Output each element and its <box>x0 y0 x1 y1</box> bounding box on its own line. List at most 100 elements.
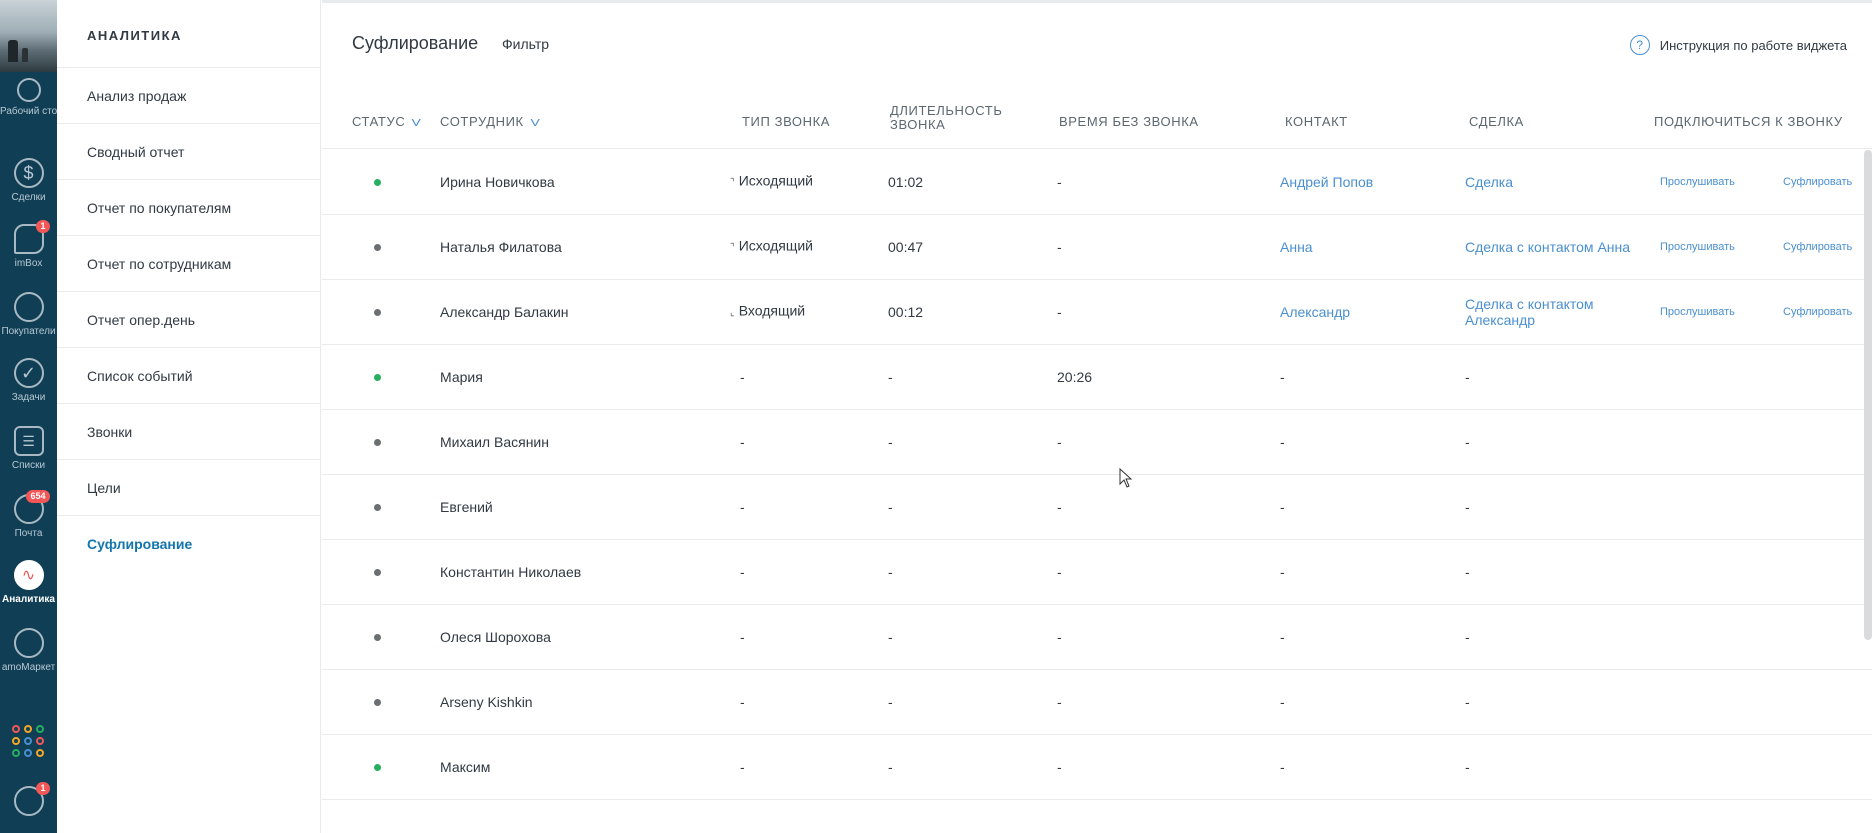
contact-link[interactable]: Александр <box>1280 304 1350 320</box>
rail-item-customers[interactable]: Покупатели <box>0 292 57 338</box>
status-dot <box>374 244 381 251</box>
listen-button[interactable]: Прослушивать <box>1660 304 1735 320</box>
employee-name: Максим <box>440 759 491 775</box>
account-photo[interactable] <box>0 0 57 72</box>
idle-time: - <box>1057 564 1062 580</box>
filter-button[interactable]: Фильтр <box>502 36 549 52</box>
menu-title: АНАЛИТИКА <box>57 0 320 68</box>
menu-item-employees-report[interactable]: Отчет по сотрудникам <box>57 236 320 292</box>
call-duration: 00:12 <box>888 304 924 320</box>
status-dot <box>374 439 381 446</box>
status-dot <box>374 309 381 316</box>
prompt-button[interactable]: Суфлировать <box>1783 304 1852 320</box>
idle-time: - <box>1057 694 1062 710</box>
main-content: Суфлирование Фильтр ? Инструкция по рабо… <box>322 0 1872 833</box>
col-call-type: ТИП ЗВОНКА <box>742 114 831 129</box>
call-type-label: Входящий <box>738 302 806 319</box>
menu-item-goals[interactable]: Цели <box>57 460 320 516</box>
menu-item-sales-analysis[interactable]: Анализ продаж <box>57 68 320 124</box>
rail-item-imbox[interactable]: 1 imBox <box>0 220 57 270</box>
idle-time: - <box>1057 499 1062 515</box>
mail-icon: 654 <box>13 490 50 524</box>
rail-label: Списки <box>11 460 46 471</box>
col-status[interactable]: СТАТУС v <box>352 115 421 131</box>
market-icon <box>13 628 44 658</box>
apps-grid-icon[interactable] <box>12 725 44 757</box>
call-type: ⌝ Исходящий <box>730 173 813 192</box>
scrollbar[interactable] <box>1864 150 1872 640</box>
deal-link[interactable]: Сделка с контактом Анна <box>1465 239 1640 255</box>
call-duration: 01:02 <box>888 174 924 190</box>
call-duration: - <box>888 694 893 710</box>
employee-name: Михаил Васянин <box>440 434 549 450</box>
employee-name: Константин Николаев <box>440 564 582 580</box>
call-duration: - <box>888 434 893 450</box>
prompt-button[interactable]: Суфлировать <box>1783 174 1852 190</box>
call-duration: 00:47 <box>888 239 924 255</box>
contact-link: - <box>1280 434 1285 450</box>
deal-link[interactable]: Сделка с контактом Александр <box>1465 296 1640 328</box>
deal-link: - <box>1465 759 1470 775</box>
menu-item-customers-report[interactable]: Отчет по покупателям <box>57 180 320 236</box>
rail-label: Почта <box>14 528 43 539</box>
rail-label: Сделки <box>11 192 46 203</box>
call-duration: - <box>888 759 893 775</box>
status-dot <box>374 569 381 576</box>
menu-item-calls[interactable]: Звонки <box>57 404 320 460</box>
rail-item-desktop[interactable]: Рабочий стол <box>0 78 57 118</box>
idle-time: - <box>1057 629 1062 645</box>
contact-link: - <box>1280 499 1285 515</box>
deal-link: - <box>1465 369 1470 385</box>
customers-icon <box>13 292 44 322</box>
rail-item-lists[interactable]: ☰ Списки <box>0 426 57 472</box>
table-row: Максим - - - - - <box>322 735 1872 800</box>
col-employee[interactable]: СОТРУДНИК v <box>440 114 541 131</box>
table-row: Михаил Васянин - - - - - <box>322 410 1872 475</box>
status-dot <box>374 764 381 771</box>
call-type: - <box>740 564 745 580</box>
idle-time: - <box>1057 434 1062 450</box>
rail-item-mail[interactable]: 654 Почта <box>0 490 57 540</box>
call-duration: - <box>888 564 893 580</box>
call-type-label: Исходящий <box>738 237 813 254</box>
menu-item-prompting[interactable]: Суфлирование <box>57 516 320 572</box>
prompt-button[interactable]: Суфлировать <box>1783 239 1852 255</box>
rail-label: Покупатели <box>1 326 56 337</box>
rail-item-tasks[interactable]: ✓ Задачи <box>0 358 57 404</box>
table-row: Олеся Шорохова - - - - - <box>322 605 1872 670</box>
deal-link: - <box>1465 694 1470 710</box>
rail-item-market[interactable]: amoМаркет <box>0 628 57 674</box>
call-duration: - <box>888 499 893 515</box>
table-row: Константин Николаев - - - - - <box>322 540 1872 605</box>
contact-link: - <box>1280 694 1285 710</box>
call-duration: - <box>888 629 893 645</box>
table-header: СТАТУС v СОТРУДНИК v ТИП ЗВОНКА ДЛИТЕЛЬНОС… <box>322 88 1872 149</box>
contact-link[interactable]: Анна <box>1280 239 1313 255</box>
app-rail: Рабочий стол $ Сделки 1 imBox Покупатели… <box>0 0 57 833</box>
menu-item-operday-report[interactable]: Отчет опер.день <box>57 292 320 348</box>
employee-name: Мария <box>440 369 483 385</box>
menu-item-events-list[interactable]: Список событий <box>57 348 320 404</box>
status-dot <box>374 179 381 186</box>
rail-item-analytics[interactable]: ∿ Аналитика <box>0 560 57 606</box>
idle-time: 20:26 <box>1057 369 1093 385</box>
help-link[interactable]: ? Инструкция по работе виджета <box>1629 35 1847 55</box>
lists-icon: ☰ <box>13 426 44 456</box>
deal-link[interactable]: Сделка <box>1465 174 1640 190</box>
listen-button[interactable]: Прослушивать <box>1660 239 1735 255</box>
call-type: - <box>740 694 745 710</box>
dollar-icon: $ <box>13 158 44 188</box>
rail-item-deals[interactable]: $ Сделки <box>0 158 57 204</box>
col-employee-label: СОТРУДНИК <box>440 114 524 129</box>
call-type: - <box>740 369 745 385</box>
outgoing-call-icon: ⌝ <box>730 242 735 254</box>
menu-item-summary-report[interactable]: Сводный отчет <box>57 124 320 180</box>
listen-button[interactable]: Прослушивать <box>1660 174 1735 190</box>
contact-link[interactable]: Андрей Попов <box>1280 174 1373 190</box>
page-header: Суфлирование Фильтр ? Инструкция по рабо… <box>322 0 1872 88</box>
deal-link: - <box>1465 434 1470 450</box>
rail-item-notifications[interactable]: 1 <box>0 782 57 820</box>
status-dot <box>374 374 381 381</box>
chevron-down-icon: v <box>530 118 541 129</box>
call-type: - <box>740 759 745 775</box>
